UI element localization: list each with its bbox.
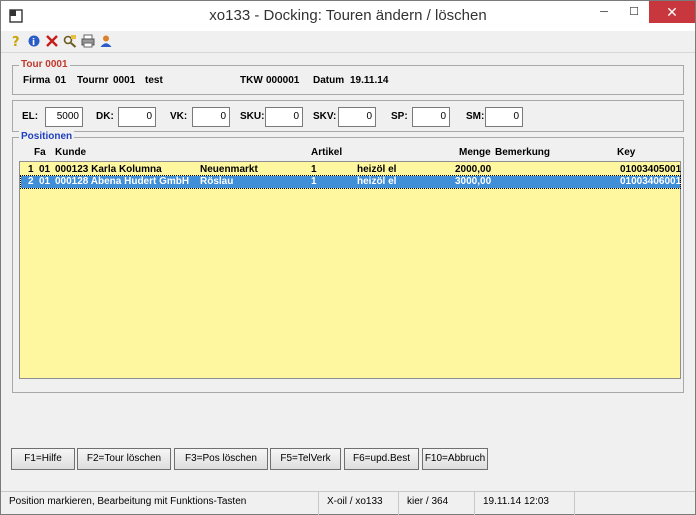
find-icon[interactable] — [63, 34, 77, 48]
sku-label: SKU: — [240, 111, 265, 122]
tour-name: test — [145, 75, 163, 86]
sm-field[interactable]: 0 — [485, 107, 523, 127]
firma-value: 01 — [55, 75, 67, 86]
delete-tour-button[interactable]: F2=Tour löschen — [77, 448, 171, 470]
tournr-label: Tournr — [77, 75, 109, 86]
help-button[interactable]: F1=Hilfe — [11, 448, 75, 470]
datum-label: Datum — [313, 75, 345, 86]
el-field[interactable]: 5000 — [45, 107, 83, 127]
table-row-selected[interactable]: 2 01 000128 Abena Hudert GmbH Röslau 1 h… — [20, 175, 682, 189]
title-bar[interactable]: xo133 - Docking: Touren ändern / löschen… — [1, 1, 695, 31]
positions-grid[interactable]: 1 01 000123 Karla Kolumna Neuenmarkt 1 h… — [19, 161, 681, 379]
row-menge: 3000,00 — [455, 176, 492, 187]
sku-field[interactable]: 0 — [265, 107, 303, 127]
vk-field[interactable]: 0 — [192, 107, 230, 127]
col-header-fa[interactable]: Fa — [34, 147, 46, 158]
status-datetime: 19.11.14 12:03 — [475, 492, 575, 515]
tour-legend: Tour 0001 — [19, 59, 70, 70]
status-bar: Position markieren, Bearbeitung mit Funk… — [1, 491, 695, 515]
delete-position-button[interactable]: F3=Pos löschen — [174, 448, 268, 470]
skv-field[interactable]: 0 — [338, 107, 376, 127]
tkw-value: 000001 — [266, 75, 300, 86]
close-button[interactable]: ✕ — [649, 1, 695, 23]
update-stock-button[interactable]: F6=upd.Best — [344, 448, 419, 470]
row-anz: 1 — [311, 164, 317, 175]
sp-label: SP: — [391, 111, 408, 122]
row-fa: 01 — [39, 176, 51, 187]
row-anz: 1 — [311, 176, 317, 187]
row-ort: Neuenmarkt — [200, 164, 258, 175]
toolbar: ? i — [1, 31, 695, 53]
col-header-menge[interactable]: Menge — [459, 147, 491, 158]
col-header-kunde[interactable]: Kunde — [55, 147, 86, 158]
maximize-button[interactable]: ☐ — [619, 1, 649, 23]
svg-text:i: i — [32, 38, 35, 48]
tournr-value: 0001 — [113, 75, 136, 86]
cancel-button[interactable]: F10=Abbruch — [422, 448, 488, 470]
row-artikel: heizöl el — [357, 176, 397, 187]
print-icon[interactable] — [81, 34, 95, 48]
skv-label: SKV: — [313, 111, 337, 122]
info-icon[interactable]: i — [27, 34, 41, 48]
el-label: EL: — [22, 111, 39, 122]
datum-value: 19.11.14 — [350, 75, 389, 86]
status-module: X-oil / xo133 — [319, 492, 399, 515]
col-header-key[interactable]: Key — [617, 147, 635, 158]
row-pos: 1 — [28, 164, 34, 175]
tour-group: Tour 0001 Firma 01 Tournr 0001 test TKW … — [12, 59, 684, 95]
help-icon[interactable]: ? — [9, 34, 23, 48]
counters-group: EL: 5000 DK: 0 VK: 0 SKU: 0 SKV: 0 SP: 0… — [12, 100, 684, 132]
svg-text:?: ? — [12, 35, 20, 48]
minimize-button[interactable]: ─ — [589, 1, 619, 23]
row-menge: 2000,00 — [455, 164, 492, 175]
row-artikel: heizöl el — [357, 164, 397, 175]
row-pos: 2 — [28, 176, 34, 187]
main-window: xo133 - Docking: Touren ändern / löschen… — [0, 0, 696, 515]
dk-field[interactable]: 0 — [118, 107, 156, 127]
status-message: Position markieren, Bearbeitung mit Funk… — [1, 492, 319, 515]
col-header-artikel[interactable]: Artikel — [311, 147, 342, 158]
vk-label: VK: — [170, 111, 188, 122]
row-ort: Röslau — [200, 176, 234, 187]
delete-icon[interactable] — [45, 34, 59, 48]
telverk-button[interactable]: F5=TelVerk — [270, 448, 341, 470]
table-row[interactable]: 1 01 000123 Karla Kolumna Neuenmarkt 1 h… — [21, 164, 682, 176]
tkw-label: TKW — [240, 75, 263, 86]
user-icon[interactable] — [99, 34, 113, 48]
row-key: 01003405001 — [620, 164, 682, 175]
dk-label: DK: — [96, 111, 114, 122]
row-fa: 01 — [39, 164, 51, 175]
row-kunde: 000123 Karla Kolumna — [55, 164, 162, 175]
row-key: 01003406001 — [620, 176, 682, 187]
col-header-bemerkung[interactable]: Bemerkung — [495, 147, 550, 158]
sp-field[interactable]: 0 — [412, 107, 450, 127]
row-kunde: 000128 Abena Hudert GmbH — [55, 176, 190, 187]
firma-label: Firma — [23, 75, 51, 86]
status-user: kier / 364 — [399, 492, 475, 515]
sm-label: SM: — [466, 111, 485, 122]
positions-legend: Positionen — [19, 131, 75, 142]
